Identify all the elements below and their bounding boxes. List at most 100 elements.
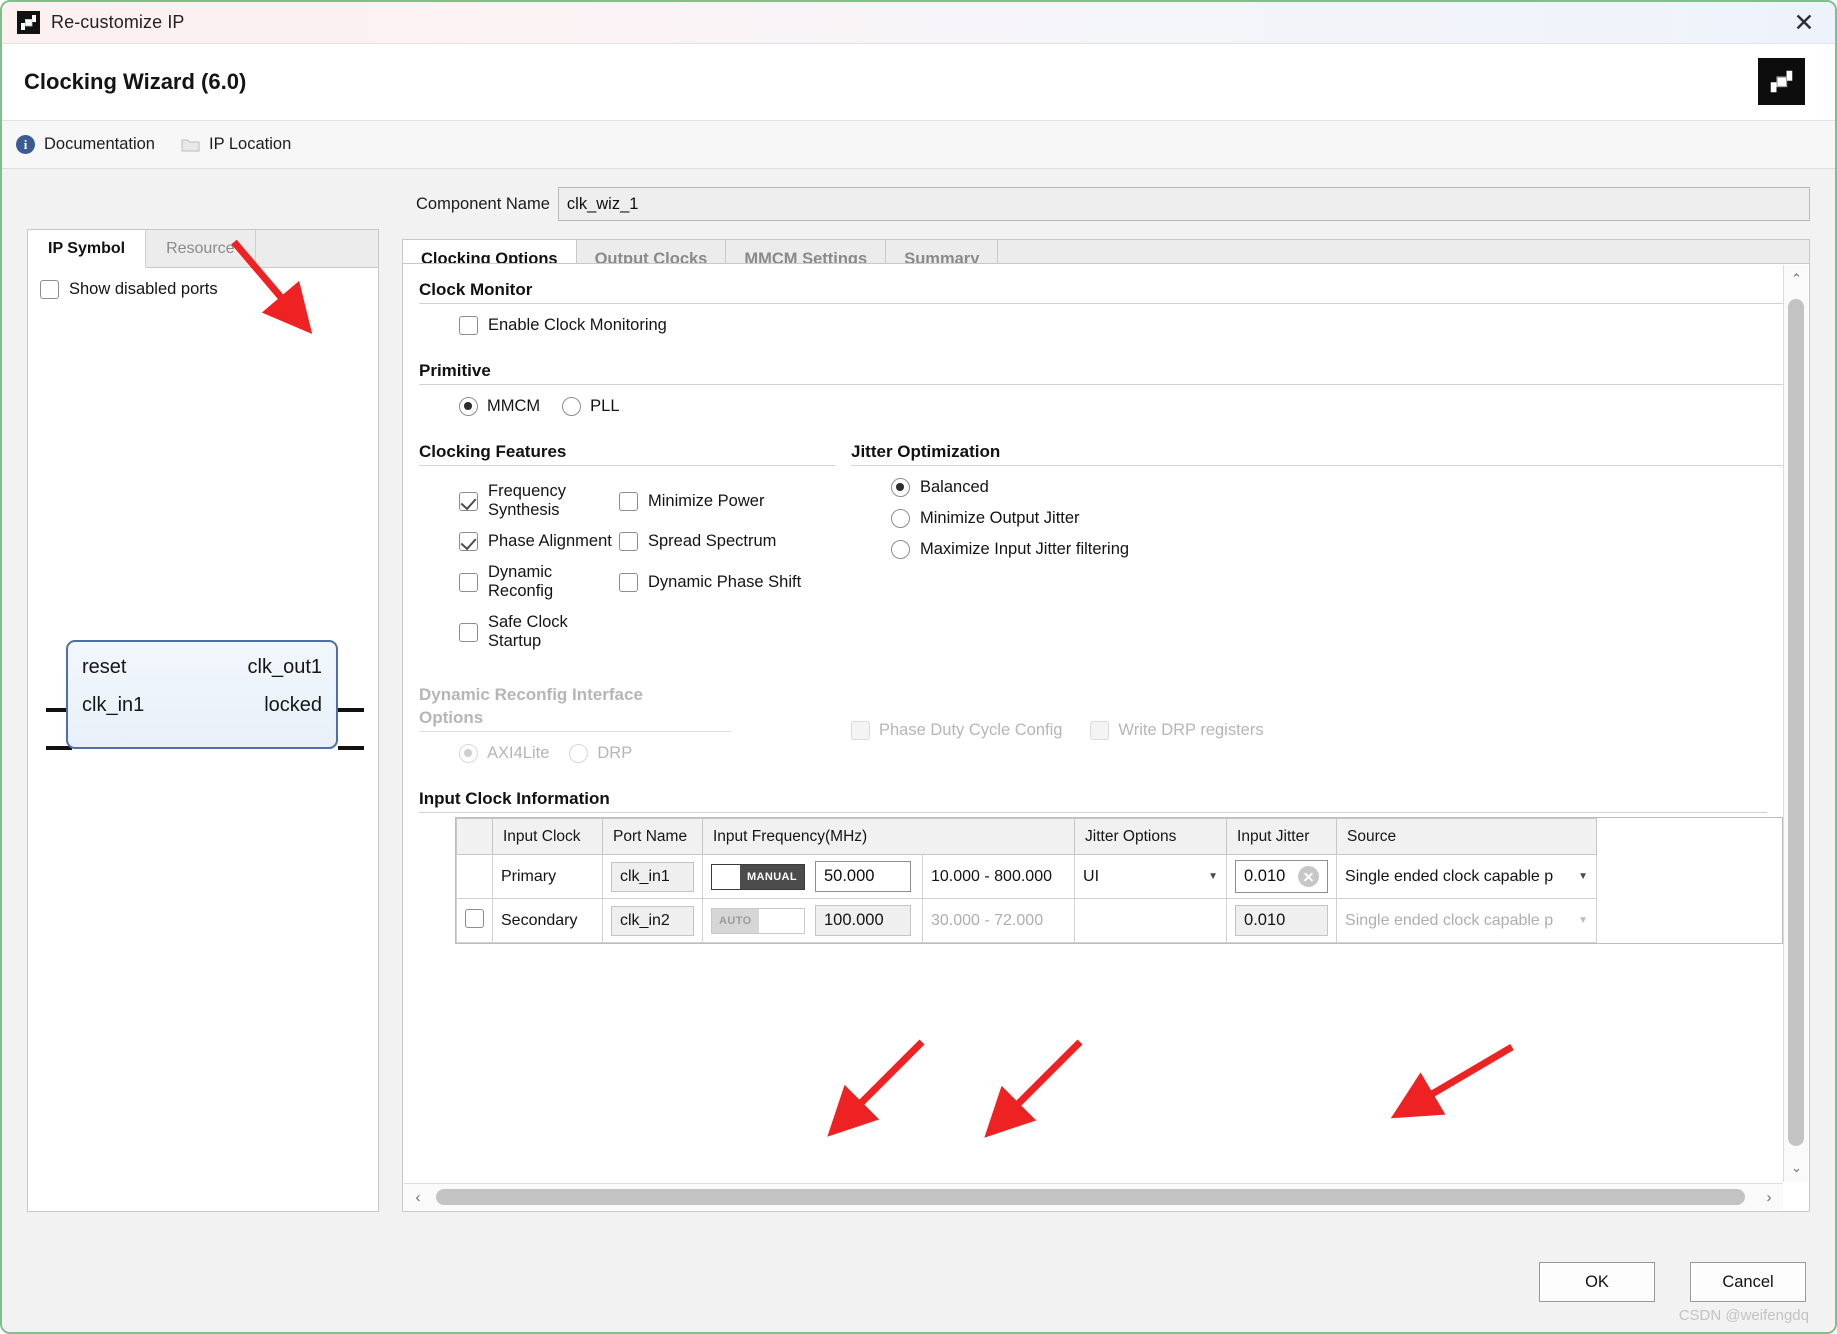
cancel-button[interactable]: Cancel [1690,1262,1806,1302]
minimize-output-jitter-radio[interactable] [891,509,910,528]
vertical-scrollbar[interactable]: ⌃ ⌄ [1783,265,1808,1182]
input-clock-information-title: Input Clock Information [419,789,610,808]
port-name-secondary-box: clk_in2 [611,905,694,936]
documentation-button[interactable]: i Documentation [16,135,155,154]
th-port-name: Port Name [602,818,703,855]
jitter-option-balanced[interactable]: Balanced [891,478,1783,497]
phase-alignment-checkbox[interactable] [459,532,478,551]
close-button[interactable]: ✕ [1773,2,1835,44]
cell-row-select-secondary[interactable] [456,898,493,943]
balanced-label: Balanced [920,478,989,496]
clock-monitor-rule [419,303,1783,304]
drp-option-drp: DRP [569,744,632,763]
th-input-clock: Input Clock [492,818,603,855]
frequency-input-primary[interactable]: 50.000 [815,861,911,892]
scroll-up-icon[interactable]: ⌃ [1784,265,1809,293]
phase-duty-cycle-config-checkbox [851,721,870,740]
input-clock-table-wrap: Input Clock Port Name Input Frequency(MH… [455,817,1783,944]
section-clocking-features: Clocking Features Frequency Synthesis Mi… [419,442,851,651]
tab-resource[interactable]: Resource [146,230,256,267]
feature-safe-clock-startup[interactable]: Safe Clock Startup [459,613,619,651]
ip-location-button[interactable]: IP Location [181,135,291,154]
cell-frequency-secondary: AUTO 100.000 [702,898,923,943]
feature-dynamic-phase-shift[interactable]: Dynamic Phase Shift [619,563,851,601]
component-name-input[interactable]: clk_wiz_1 [557,187,1810,221]
cell-row-select-primary [456,854,493,899]
frequency-input-secondary: 100.000 [815,905,911,936]
primitive-option-mmcm[interactable]: MMCM [459,397,540,416]
balanced-radio[interactable] [891,478,910,497]
folder-icon [181,137,200,153]
secondary-enable-checkbox[interactable] [465,908,484,928]
cell-frequency-range-secondary: 30.000 - 72.000 [921,898,1076,943]
feature-frequency-synthesis[interactable]: Frequency Synthesis [459,482,619,520]
primitive-rule [419,384,1783,385]
maximize-input-jitter-radio[interactable] [891,540,910,559]
enable-clock-monitoring-label: Enable Clock Monitoring [488,316,667,334]
feature-minimize-power[interactable]: Minimize Power [619,482,851,520]
tab-ip-symbol[interactable]: IP Symbol [28,230,147,268]
ok-button[interactable]: OK [1539,1262,1655,1302]
feature-spread-spectrum[interactable]: Spread Spectrum [619,532,851,551]
ip-block: reset clk_in1 clk_out1 locked [66,640,338,749]
jitter-options-select-primary[interactable]: UI ▼ [1083,868,1218,886]
info-icon: i [16,135,35,154]
primitive-pll-label: PLL [590,397,620,415]
vertical-scroll-thumb[interactable] [1788,299,1804,1146]
scroll-down-icon[interactable]: ⌄ [1784,1154,1809,1182]
toggle-track-secondary [758,908,804,933]
source-select-primary[interactable]: Single ended clock capable p ▼ [1345,868,1588,886]
th-jitter-options: Jitter Options [1074,818,1228,855]
feature-phase-alignment[interactable]: Phase Alignment [459,532,619,551]
frequency-synthesis-checkbox[interactable] [459,491,478,511]
dynamic-reconfig-title-line1: Dynamic Reconfig Interface [419,685,643,704]
jitter-option-maximize-input-jitter[interactable]: Maximize Input Jitter filtering [891,540,1783,559]
frequency-mode-toggle-primary[interactable]: MANUAL [711,863,805,890]
drp-option-axi4lite: AXI4Lite [459,744,549,763]
minimize-power-checkbox[interactable] [619,491,638,511]
drp-label: DRP [597,744,633,762]
minimize-power-label: Minimize Power [648,491,765,510]
enable-clock-monitoring-row[interactable]: Enable Clock Monitoring [459,316,1783,335]
cell-input-clock-secondary: Secondary [492,898,603,943]
safe-clock-startup-checkbox[interactable] [459,622,478,642]
horizontal-scroll-thumb[interactable] [436,1189,1745,1205]
source-value-secondary: Single ended clock capable p [1345,911,1554,929]
horizontal-scrollbar[interactable]: ‹ › [404,1183,1783,1210]
cell-jitter-options-primary[interactable]: UI ▼ [1074,854,1228,899]
amd-xilinx-logo-icon [1758,58,1805,105]
scroll-left-icon[interactable]: ‹ [404,1184,432,1210]
page-title: Clocking Wizard (6.0) [24,69,247,94]
cell-frequency-range-primary: 10.000 - 800.000 [921,854,1076,899]
primitive-mmcm-radio[interactable] [459,397,478,416]
spread-spectrum-checkbox[interactable] [619,532,638,551]
primitive-pll-radio[interactable] [562,397,582,416]
jitter-option-minimize-output-jitter[interactable]: Minimize Output Jitter [891,509,1783,528]
input-jitter-field-primary[interactable]: 0.010 [1235,860,1329,893]
dynamic-reconfig-checkbox[interactable] [459,572,478,592]
xilinx-logo-icon [17,11,40,34]
source-select-secondary: Single ended clock capable p ▼ [1345,912,1588,930]
primitive-option-pll[interactable]: PLL [562,397,620,416]
chevron-down-icon: ▼ [1578,915,1589,926]
axi4lite-label: AXI4Lite [487,744,550,762]
section-jitter-optimization: Jitter Optimization Balanced Minimize Ou… [851,442,1783,651]
axi4lite-radio [459,744,478,763]
clocking-features-rule [419,465,835,466]
enable-clock-monitoring-checkbox[interactable] [459,316,478,335]
primitive-options-row: MMCM PLL [459,397,1783,416]
dynamic-phase-shift-label: Dynamic Phase Shift [648,572,802,591]
cell-source-primary[interactable]: Single ended clock capable p ▼ [1336,854,1598,899]
write-drp-registers-checkbox [1090,721,1110,740]
scroll-right-icon[interactable]: › [1755,1184,1783,1210]
clear-icon[interactable] [1298,866,1320,887]
dynamic-phase-shift-checkbox[interactable] [619,572,638,592]
watermark: CSDN @weifengdq [1678,1307,1809,1324]
feature-dynamic-reconfig[interactable]: Dynamic Reconfig [459,563,619,601]
features-jitter-row: Clocking Features Frequency Synthesis Mi… [419,442,1783,651]
cell-input-jitter-primary: 0.010 [1226,854,1338,899]
spread-spectrum-label: Spread Spectrum [648,532,777,550]
cell-port-name-primary: clk_in1 [602,854,703,899]
section-input-clock-information: Input Clock Information Input Clock Port… [419,789,1783,944]
toggle-track-primary [712,864,740,889]
